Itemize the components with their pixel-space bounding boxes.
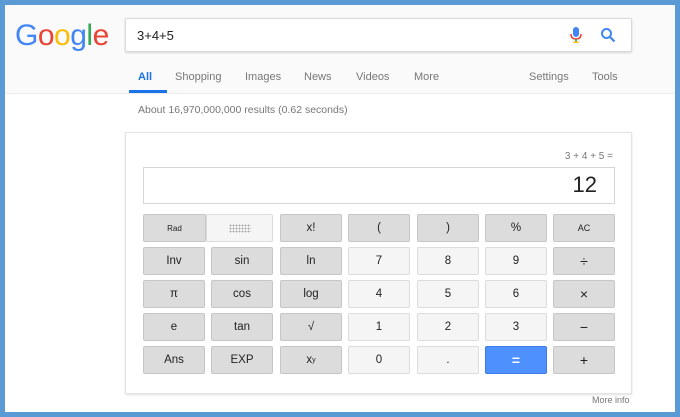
calculator-result: 12: [572, 172, 597, 197]
rad-button[interactable]: Rad: [143, 214, 206, 242]
ln-button[interactable]: ln: [280, 247, 342, 275]
logo-letter: o: [37, 19, 55, 52]
tab-images[interactable]: Images: [245, 71, 281, 83]
logo-letter: g: [70, 19, 87, 52]
factorial-button[interactable]: x!: [280, 214, 342, 242]
sqrt-button[interactable]: √: [280, 313, 342, 341]
digit-2-button[interactable]: 2: [417, 313, 479, 341]
more-info-link[interactable]: More info: [592, 395, 630, 405]
google-logo[interactable]: Google: [15, 19, 109, 53]
digit-9-button[interactable]: 9: [485, 247, 547, 275]
tab-videos[interactable]: Videos: [356, 71, 389, 83]
tab-tools[interactable]: Tools: [592, 71, 618, 83]
right-paren-button[interactable]: ): [417, 214, 479, 242]
logo-letter: e: [92, 19, 110, 52]
logo-letter: G: [15, 19, 38, 52]
e-button[interactable]: e: [143, 313, 205, 341]
digit-8-button[interactable]: 8: [417, 247, 479, 275]
power-exponent: y: [312, 356, 316, 364]
tab-more[interactable]: More: [414, 71, 439, 83]
multiply-button[interactable]: ×: [553, 280, 615, 308]
calculator-expression: 3 + 4 + 5 =: [564, 151, 613, 162]
plus-button[interactable]: +: [553, 346, 615, 374]
digit-0-button[interactable]: 0: [348, 346, 410, 374]
search-tabs: All Shopping Images News Videos More Set…: [5, 62, 675, 93]
cos-button[interactable]: cos: [211, 280, 273, 308]
tan-button[interactable]: tan: [211, 313, 273, 341]
header: Google All Shopping Images News Videos M…: [5, 5, 675, 94]
tab-news[interactable]: News: [304, 71, 332, 83]
microphone-icon[interactable]: [569, 26, 583, 44]
digit-4-button[interactable]: 4: [348, 280, 410, 308]
results-count: About 16,970,000,000 results (0.62 secon…: [138, 104, 348, 116]
tab-shopping[interactable]: Shopping: [175, 71, 222, 83]
browser-page: Google All Shopping Images News Videos M…: [5, 5, 675, 412]
decimal-point-button[interactable]: .: [417, 346, 479, 374]
tab-settings[interactable]: Settings: [529, 71, 569, 83]
logo-letter: o: [54, 19, 71, 52]
minus-button[interactable]: −: [553, 313, 615, 341]
deg-placeholder-dots: [228, 223, 251, 233]
ans-button[interactable]: Ans: [143, 346, 205, 374]
digit-5-button[interactable]: 5: [417, 280, 479, 308]
digit-6-button[interactable]: 6: [485, 280, 547, 308]
deg-button[interactable]: [206, 214, 273, 242]
calculator-widget: 3 + 4 + 5 = 12 Rad x! ( ) % AC Inv sin l…: [125, 132, 632, 394]
left-paren-button[interactable]: (: [348, 214, 410, 242]
digit-3-button[interactable]: 3: [485, 313, 547, 341]
digit-1-button[interactable]: 1: [348, 313, 410, 341]
search-box: [125, 18, 632, 52]
sin-button[interactable]: sin: [211, 247, 273, 275]
calculator-display: 12: [143, 167, 615, 204]
active-tab-indicator: [129, 90, 167, 93]
divide-button[interactable]: ÷: [553, 247, 615, 275]
power-button[interactable]: xy: [280, 346, 342, 374]
log-button[interactable]: log: [280, 280, 342, 308]
exp-button[interactable]: EXP: [211, 346, 273, 374]
pi-button[interactable]: π: [143, 280, 205, 308]
percent-button[interactable]: %: [485, 214, 547, 242]
search-input[interactable]: [137, 26, 557, 44]
digit-7-button[interactable]: 7: [348, 247, 410, 275]
equals-button[interactable]: =: [485, 346, 547, 374]
tab-all[interactable]: All: [138, 71, 152, 83]
all-clear-button[interactable]: AC: [553, 214, 615, 242]
search-icon[interactable]: [600, 26, 616, 44]
inv-button[interactable]: Inv: [143, 247, 205, 275]
